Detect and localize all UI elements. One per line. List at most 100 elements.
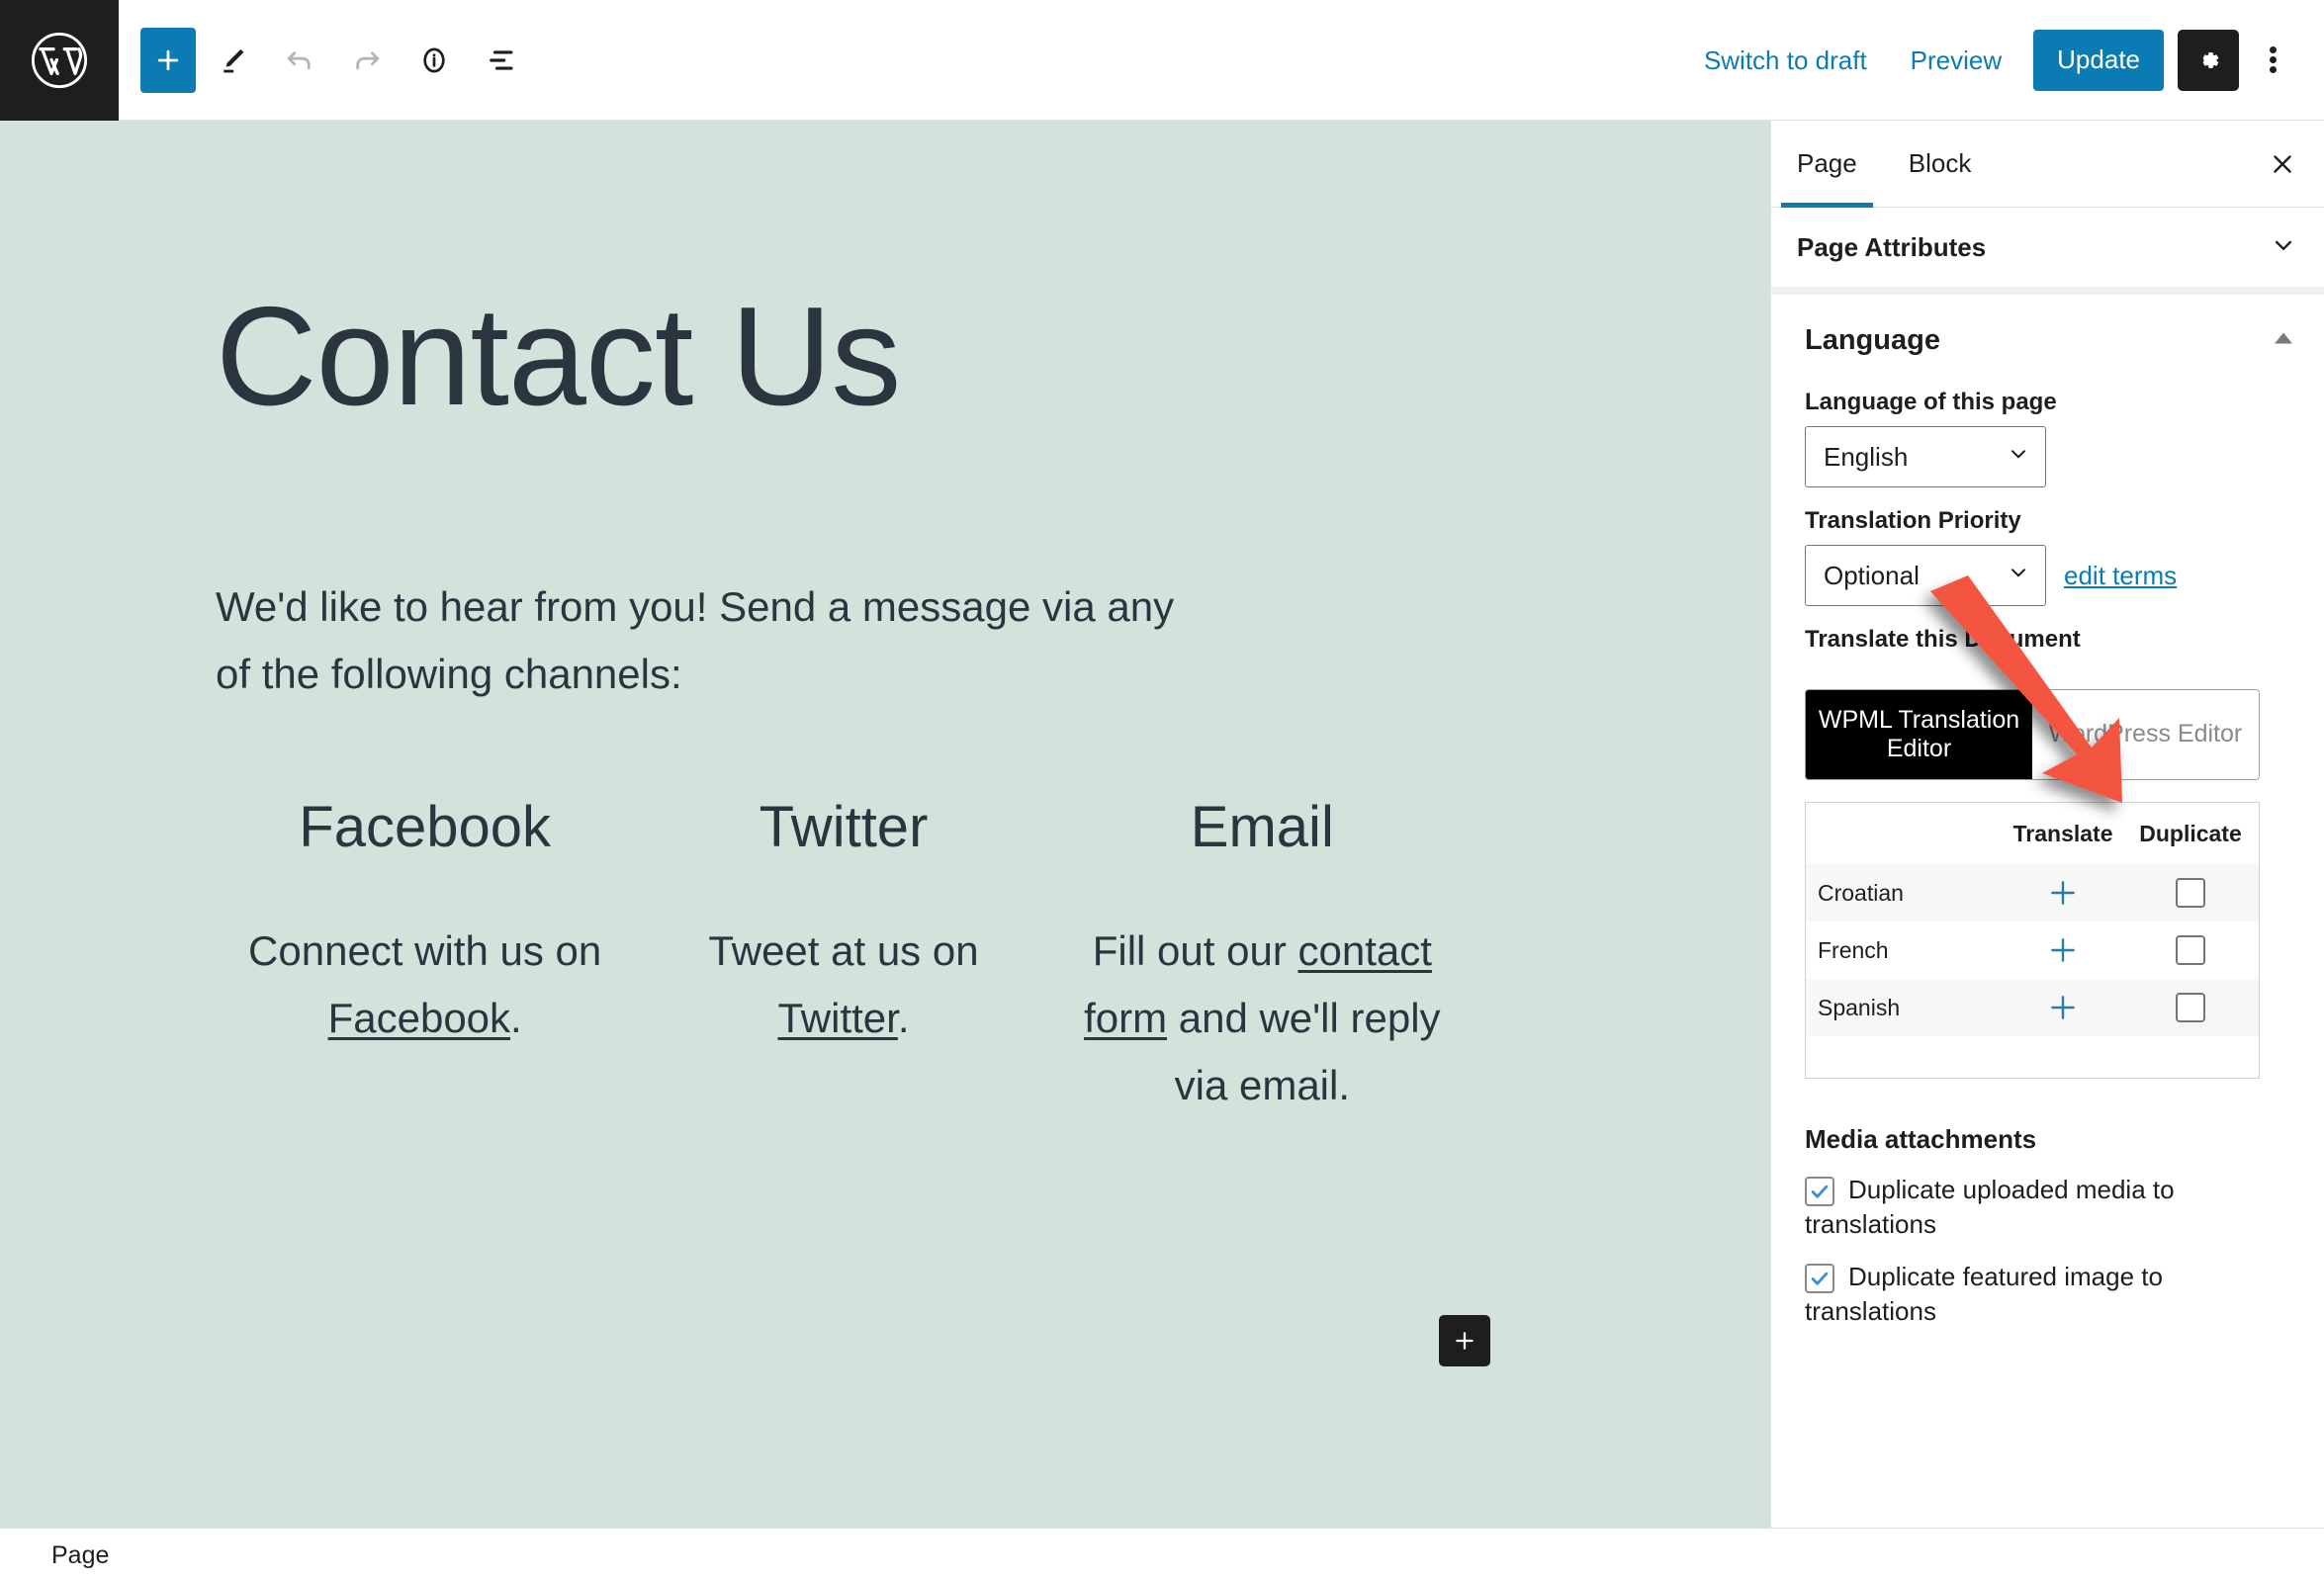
column-header-duplicate: Duplicate [2139, 820, 2242, 846]
breadcrumb-page[interactable]: Page [51, 1541, 109, 1570]
chevron-down-icon [2006, 441, 2031, 474]
duplicate-cell[interactable] [2132, 993, 2249, 1022]
wordpress-editor-option[interactable]: WordPress Editor [2032, 690, 2259, 779]
list-view-button[interactable] [471, 30, 532, 91]
toolbar-actions: Switch to draft Preview Update [1682, 29, 2324, 91]
translation-priority-select[interactable]: Optional [1805, 545, 2046, 606]
language-section-label: Language [1805, 324, 1940, 356]
list-view-icon [490, 49, 513, 70]
column-text-after: . [510, 995, 522, 1042]
columns-block: Facebook Connect with us on Facebook. Tw… [216, 799, 1472, 1119]
close-icon [2274, 154, 2291, 173]
duplicate-cell[interactable] [2132, 935, 2249, 965]
page-attributes-label: Page Attributes [1797, 231, 1987, 262]
switch-to-draft-button[interactable]: Switch to draft [1682, 47, 1889, 73]
plus-icon[interactable] [2046, 933, 2080, 967]
edit-tool-button[interactable] [202, 30, 263, 91]
gear-icon [2202, 51, 2219, 68]
option-label: Duplicate uploaded media to translations [1805, 1175, 2175, 1240]
media-attachments-title: Media attachments [1805, 1124, 2037, 1154]
more-options-button[interactable] [2245, 30, 2300, 91]
facebook-link[interactable]: Facebook [328, 995, 510, 1041]
pencil-icon [223, 48, 244, 72]
translate-document-label: Translate this Document [1805, 626, 2081, 653]
plus-icon [1456, 1332, 1474, 1350]
checkbox-checked-icon[interactable] [1805, 1177, 1834, 1206]
settings-sidebar: Page Block Page Attributes Language Lang… [1770, 121, 2324, 1528]
checkbox-checked-icon[interactable] [1805, 1264, 1834, 1294]
wordpress-logo-icon [29, 30, 90, 91]
close-sidebar-button[interactable] [2251, 132, 2314, 196]
triangle-up-icon [2273, 330, 2294, 351]
language-select-value: English [1824, 441, 1909, 472]
editor-top-toolbar: Switch to draft Preview Update [0, 0, 2324, 121]
language-of-page-label: Language of this page [1805, 389, 2057, 415]
toolbar-tools [140, 27, 532, 93]
column-facebook[interactable]: Facebook Connect with us on Facebook. [216, 799, 634, 1119]
page-attributes-section[interactable]: Page Attributes [1771, 208, 2324, 295]
details-button[interactable] [403, 30, 465, 91]
language-section-header[interactable]: Language [1771, 295, 2324, 369]
column-email[interactable]: Email Fill out our contact form and we'l… [1053, 799, 1472, 1119]
column-heading[interactable]: Twitter [648, 799, 1038, 856]
duplicate-checkbox[interactable] [2176, 878, 2205, 908]
kebab-menu-icon [2269, 44, 2277, 76]
translate-cell[interactable] [1994, 933, 2132, 967]
language-select[interactable]: English [1805, 426, 2046, 487]
page-title[interactable]: Contact Us [216, 287, 1770, 427]
duplicate-uploaded-media-option[interactable]: Duplicate uploaded media to translations [1805, 1173, 2290, 1242]
settings-button[interactable] [2178, 29, 2239, 91]
translations-table: Translate Duplicate Croatian French Span… [1805, 802, 2260, 1079]
translation-priority-row: Optional edit terms [1771, 545, 2324, 606]
column-paragraph[interactable]: Tweet at us on Twitter. [648, 918, 1038, 1052]
column-header-translate: Translate [2012, 820, 2113, 846]
column-heading[interactable]: Facebook [229, 799, 620, 856]
duplicate-checkbox[interactable] [2176, 993, 2205, 1022]
column-paragraph[interactable]: Fill out our contact form and we'll repl… [1067, 918, 1458, 1119]
twitter-link[interactable]: Twitter [777, 995, 897, 1041]
tab-block[interactable]: Block [1883, 121, 1998, 208]
info-circle-icon [423, 47, 445, 72]
table-footer-spacer [1806, 1036, 2259, 1078]
plus-icon [157, 49, 179, 70]
edit-terms-link[interactable]: edit terms [2064, 561, 2177, 591]
add-block-button[interactable] [140, 27, 196, 93]
undo-icon [287, 50, 311, 69]
wpml-translation-editor-option[interactable]: WPML Translation Editor [1806, 690, 2032, 779]
table-header-row: Translate Duplicate [1806, 803, 2259, 864]
editor-toggle-group: WPML Translation Editor WordPress Editor [1805, 689, 2260, 780]
option-label: Duplicate featured image to translations [1805, 1262, 2163, 1327]
column-text-before: Fill out our [1092, 927, 1298, 975]
table-row: Spanish [1806, 979, 2259, 1036]
column-twitter[interactable]: Twitter Tweet at us on Twitter. [634, 799, 1052, 1119]
language-name: French [1818, 936, 1889, 963]
editor-breadcrumb-bar: Page [0, 1528, 2324, 1582]
editor-canvas[interactable]: Contact Us We'd like to hear from you! S… [0, 121, 1770, 1528]
language-name: Spanish [1818, 994, 1901, 1020]
column-text-before: Connect with us on [248, 927, 602, 975]
table-row: Croatian [1806, 864, 2259, 922]
table-row: French [1806, 922, 2259, 979]
language-name: Croatian [1818, 879, 1904, 906]
canvas-add-block-button[interactable] [1439, 1315, 1490, 1366]
column-paragraph[interactable]: Connect with us on Facebook. [229, 918, 620, 1052]
redo-icon [356, 50, 380, 69]
column-heading[interactable]: Email [1067, 799, 1458, 856]
undo-button[interactable] [269, 30, 330, 91]
intro-paragraph[interactable]: We'd like to hear from you! Send a messa… [216, 573, 1205, 708]
update-button[interactable]: Update [2033, 29, 2164, 91]
wordpress-logo-button[interactable] [0, 0, 119, 121]
column-text-before: Tweet at us on [708, 927, 979, 975]
translate-cell[interactable] [1994, 991, 2132, 1024]
plus-icon[interactable] [2046, 876, 2080, 910]
duplicate-checkbox[interactable] [2176, 935, 2205, 965]
duplicate-cell[interactable] [2132, 878, 2249, 908]
translate-cell[interactable] [1994, 876, 2132, 910]
duplicate-featured-image-option[interactable]: Duplicate featured image to translations [1805, 1260, 2290, 1329]
plus-icon[interactable] [2046, 991, 2080, 1024]
column-text-after: and we'll reply via email. [1167, 995, 1441, 1109]
preview-button[interactable]: Preview [1889, 47, 2023, 73]
translation-priority-value: Optional [1824, 560, 1920, 590]
redo-button[interactable] [336, 30, 398, 91]
tab-page[interactable]: Page [1771, 121, 1883, 208]
